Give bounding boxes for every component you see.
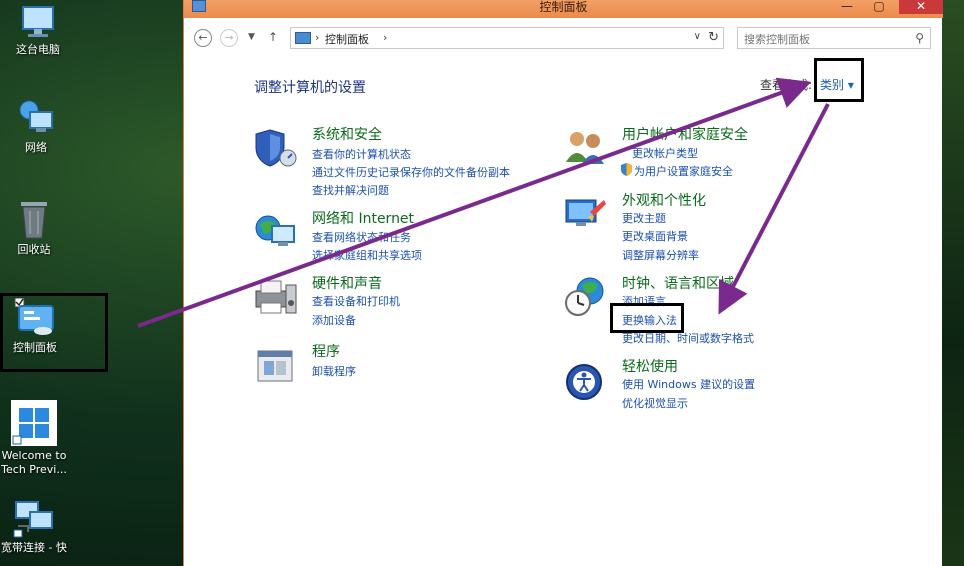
address-bar-row: ← → ▼ ↑ › 控制面板 › ∨ ↻ ⚲ <box>184 22 943 54</box>
network-icon <box>19 100 53 132</box>
link-view-computer-status[interactable]: 查看你的计算机状态 <box>312 146 411 162</box>
appearance-icon <box>565 199 606 226</box>
search-input[interactable] <box>744 29 904 50</box>
category-title-appearance[interactable]: 外观和个性化 <box>622 190 706 210</box>
desktop-icon-broadband[interactable]: 宽带连接 - 快 <box>0 500 72 555</box>
category-title-network-internet[interactable]: 网络和 Internet <box>312 208 414 228</box>
link-adjust-screen-resolution[interactable]: 调整屏幕分辨率 <box>622 247 699 263</box>
close-button[interactable]: ✕ <box>899 0 943 14</box>
link-family-safety[interactable]: 为用户设置家庭安全 <box>634 163 733 179</box>
control-panel-breadcrumb-icon <box>295 32 311 44</box>
breadcrumb-control-panel[interactable]: 控制面板 <box>325 31 369 47</box>
window-title: 控制面板 <box>539 0 588 14</box>
link-change-account-type[interactable]: 更改帐户类型 <box>632 145 698 161</box>
category-title-hardware-sound[interactable]: 硬件和声音 <box>312 273 382 293</box>
programs-icon <box>257 350 293 382</box>
breadcrumb-separator-icon: › <box>315 31 320 44</box>
view-by-label: 查看方式: <box>760 78 813 92</box>
category-ease-of-access: 轻松使用 使用 Windows 建议的设置 优化视觉显示 <box>564 356 884 412</box>
refresh-icon[interactable]: ↻ <box>708 30 719 45</box>
link-change-desktop-background[interactable]: 更改桌面背景 <box>622 228 688 244</box>
clock-globe-icon <box>565 277 604 316</box>
address-input[interactable]: › 控制面板 › ∨ ↻ <box>290 27 724 49</box>
link-windows-recommended-settings[interactable]: 使用 Windows 建议的设置 <box>622 376 755 392</box>
back-arrow-icon[interactable]: ← <box>194 29 212 47</box>
broadband-connection-icon <box>13 501 53 538</box>
breadcrumb-expand-icon[interactable]: › <box>383 31 387 44</box>
forward-arrow-icon[interactable]: → <box>220 29 238 47</box>
category-title-user-accounts[interactable]: 用户帐户和家庭安全 <box>622 124 748 144</box>
title-bar[interactable]: 控制面板 — ▢ ✕ <box>184 0 943 18</box>
link-file-history-backup[interactable]: 通过文件历史记录保存你的文件备份副本 <box>312 164 510 180</box>
printer-speaker-icon <box>255 280 297 314</box>
highlight-box-control-panel-icon <box>0 293 108 372</box>
category-user-accounts: 用户帐户和家庭安全 更改帐户类型 为用户设置家庭安全 <box>564 124 884 184</box>
link-homegroup-sharing[interactable]: 选择家庭组和共享选项 <box>312 247 422 263</box>
windows-logo-icon <box>11 400 57 446</box>
search-icon[interactable]: ⚲ <box>915 31 924 45</box>
link-devices-printers[interactable]: 查看设备和打印机 <box>312 293 400 309</box>
maximize-button[interactable]: ▢ <box>865 0 893 14</box>
globe-network-icon <box>255 215 295 246</box>
category-title-clock-language-region[interactable]: 时钟、语言和区域 <box>622 273 734 293</box>
link-network-status-tasks[interactable]: 查看网络状态和任务 <box>312 229 411 245</box>
link-optimize-visual-display[interactable]: 优化视觉显示 <box>622 395 688 411</box>
link-uninstall-program[interactable]: 卸载程序 <box>312 363 356 379</box>
desktop-right-edge <box>942 0 964 566</box>
desktop-icon-welcome[interactable]: Welcome to Tech Previ... <box>0 400 72 477</box>
link-change-theme[interactable]: 更改主题 <box>622 210 666 226</box>
users-icon <box>566 132 604 164</box>
desktop-icon-network[interactable]: 网络 <box>0 98 74 155</box>
family-safety-shield-icon <box>620 163 634 177</box>
desktop-icon-recycle-bin[interactable]: 回收站 <box>0 198 72 257</box>
minimize-button[interactable]: — <box>833 0 861 14</box>
category-title-system-security[interactable]: 系统和安全 <box>312 124 382 144</box>
category-network-internet: 网络和 Internet 查看网络状态和任务 选择家庭组和共享选项 <box>254 208 554 268</box>
link-troubleshoot[interactable]: 查找并解决问题 <box>312 182 389 198</box>
shield-icon <box>255 129 297 167</box>
recycle-bin-icon <box>21 202 47 239</box>
computer-icon <box>22 6 54 37</box>
category-title-programs[interactable]: 程序 <box>312 341 340 361</box>
address-history-chevron-icon[interactable]: ∨ <box>694 31 701 42</box>
link-add-device[interactable]: 添加设备 <box>312 312 356 328</box>
desktop-icon-this-pc[interactable]: 这台电脑 <box>0 4 76 57</box>
category-title-ease-of-access[interactable]: 轻松使用 <box>622 356 678 376</box>
category-programs: 程序 卸载程序 <box>254 341 554 391</box>
recent-pages-chevron-icon[interactable]: ▼ <box>248 32 255 42</box>
category-appearance: 外观和个性化 更改主题 更改桌面背景 调整屏幕分辨率 <box>564 190 884 266</box>
up-arrow-icon[interactable]: ↑ <box>268 30 278 44</box>
ease-of-access-icon <box>566 364 602 400</box>
category-hardware-sound: 硬件和声音 查看设备和打印机 添加设备 <box>254 273 554 333</box>
page-title: 调整计算机的设置 <box>254 80 366 96</box>
highlight-box-change-input-method <box>610 303 684 333</box>
search-box[interactable]: ⚲ <box>737 27 931 50</box>
highlight-box-view-by <box>814 58 864 102</box>
category-system-security: 系统和安全 查看你的计算机状态 通过文件历史记录保存你的文件备份副本 查找并解决… <box>254 124 554 204</box>
